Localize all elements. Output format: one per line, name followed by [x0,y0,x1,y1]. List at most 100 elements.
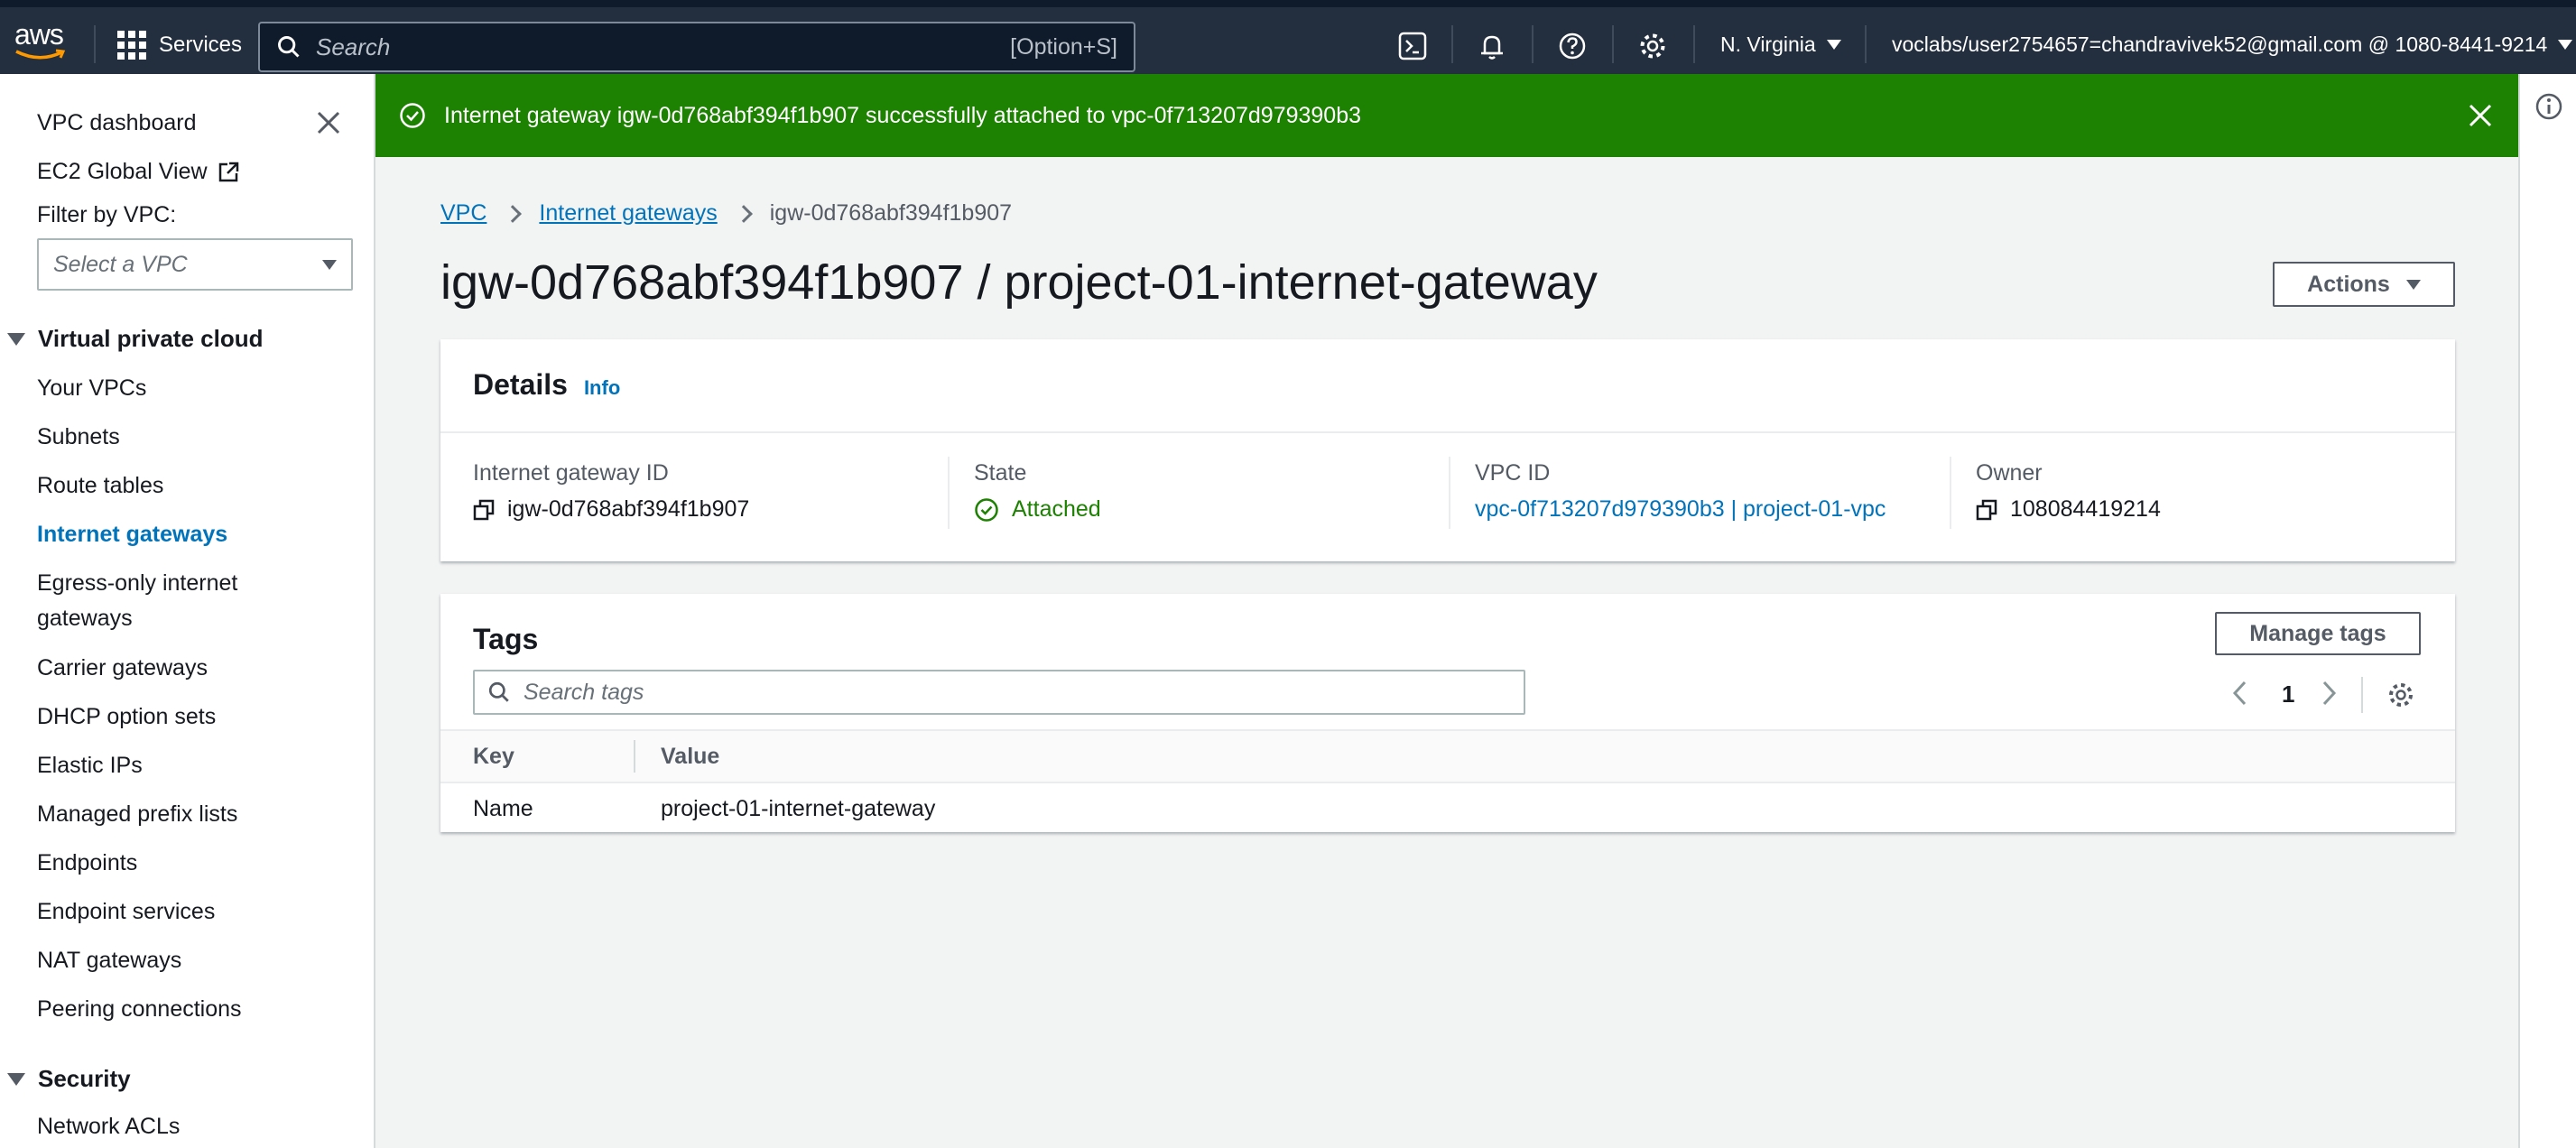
global-search-input[interactable]: Search [Option+S] [258,22,1135,72]
apps-grid-icon [117,31,146,60]
column-divider [1449,457,1450,529]
success-status-icon [975,497,998,522]
nav-divider [1451,25,1453,63]
nav-divider [1612,25,1614,63]
actions-label: Actions [2307,271,2390,297]
column-divider [1950,457,1951,529]
column-divider [948,457,950,529]
info-link[interactable]: Info [584,376,620,400]
chevron-right-icon [734,204,753,223]
sidebar-item-elastic-ips[interactable]: Elastic IPs [37,753,143,779]
cloudshell-icon[interactable] [1397,31,1428,61]
close-sidebar-icon[interactable] [314,108,343,137]
caret-down-icon [322,259,337,270]
column-header-value[interactable]: Value [661,744,719,770]
chevron-right-icon[interactable] [2318,679,2340,708]
nav-divider [1532,25,1534,63]
sidebar-item-nat-gateways[interactable]: NAT gateways [37,948,181,974]
settings-gear-icon[interactable] [1637,31,1668,61]
aws-logo[interactable]: aws [14,20,67,69]
state-value: Attached [974,496,1101,523]
caret-down-icon [1826,40,1841,50]
table-row: Name project-01-internet-gateway [440,783,2455,832]
tags-search-input[interactable]: Search tags [473,670,1525,715]
sidebar-navigation: VPC dashboard EC2 Global View Filter by … [0,74,375,1148]
igw-id-text: igw-0d768abf394f1b907 [507,496,750,522]
caret-down-icon [2405,279,2421,290]
sidebar-item-endpoints[interactable]: Endpoints [37,850,137,876]
search-icon [488,681,509,702]
owner-label: Owner [1976,460,2043,486]
sidebar-item-peering-connections[interactable]: Peering connections [37,996,242,1023]
tag-value-cell: project-01-internet-gateway [661,796,936,821]
pagination-current-page[interactable]: 1 [2282,680,2294,708]
sidebar-item-carrier-gateways[interactable]: Carrier gateways [37,655,208,681]
expand-caret-icon [7,332,25,346]
section-label: Security [38,1065,131,1092]
copy-icon[interactable] [473,499,495,521]
page-title: igw-0d768abf394f1b907 / project-01-inter… [440,255,1598,310]
sidebar-item-network-acls[interactable]: Network ACLs [37,1114,180,1140]
flash-message: Internet gateway igw-0d768abf394f1b907 s… [444,102,1362,128]
sidebar-item-managed-prefix-lists[interactable]: Managed prefix lists [37,801,237,828]
manage-tags-label: Manage tags [2249,620,2386,646]
sidebar-item-egress-only-internet-gateways-line2[interactable]: gateways [37,606,133,632]
copy-icon[interactable] [1976,499,1997,521]
igw-id-label: Internet gateway ID [473,460,669,486]
column-header-key[interactable]: Key [473,744,514,770]
divider [2361,677,2363,713]
sidebar-item-internet-gateways[interactable]: Internet gateways [37,522,227,548]
state-text: Attached [1012,496,1101,522]
sidebar-item-your-vpcs[interactable]: Your VPCs [37,375,146,402]
search-placeholder: Search [316,32,391,60]
details-panel: Details Info Internet gateway ID igw-0d7… [440,339,2455,561]
owner-value: 108084419214 [1976,496,2161,523]
sidebar-item-dhcp-option-sets[interactable]: DHCP option sets [37,704,216,730]
services-menu[interactable]: Services [117,31,242,60]
ec2-global-view-label: EC2 Global View [37,159,208,184]
top-navigation: aws Services Search [Option+S] N. Virgin… [0,0,2576,74]
tags-search-placeholder: Search tags [524,679,644,705]
region-selector[interactable]: N. Virginia [1720,32,1841,57]
chevron-left-icon[interactable] [2229,679,2251,708]
table-preferences-gear-icon[interactable] [2386,680,2415,709]
tag-key-cell: Name [473,796,533,821]
search-icon [278,36,300,58]
sidebar-section-virtual-private-cloud[interactable]: Virtual private cloud [7,325,263,353]
sidebar-item-ec2-global-view[interactable]: EC2 Global View [37,159,240,185]
region-label: N. Virginia [1720,32,1816,56]
chevron-right-icon [504,204,523,223]
search-shortcut: [Option+S] [1010,33,1117,60]
close-icon[interactable] [2466,101,2495,130]
section-label: Virtual private cloud [38,325,264,352]
notifications-bell-icon[interactable] [1477,31,1507,61]
igw-id-value: igw-0d768abf394f1b907 [473,496,749,523]
vpc-id-link[interactable]: vpc-0f713207d979390b3 | project-01-vpc [1475,496,1886,523]
owner-text: 108084419214 [2010,496,2161,522]
expand-caret-icon [7,1072,25,1086]
breadcrumb-vpc[interactable]: VPC [440,200,486,227]
sidebar-item-vpc-dashboard[interactable]: VPC dashboard [37,110,197,136]
tags-heading: Tags [473,623,539,655]
sidebar-item-endpoint-services[interactable]: Endpoint services [37,899,215,925]
sidebar-section-security[interactable]: Security [7,1065,131,1093]
nav-divider [1693,25,1695,63]
nav-divider [94,25,96,63]
manage-tags-button[interactable]: Manage tags [2215,612,2421,655]
sidebar-item-subnets[interactable]: Subnets [37,424,120,450]
info-panel-icon[interactable] [2534,92,2563,121]
help-icon[interactable] [1557,31,1588,61]
tags-panel: Tags Manage tags Search tags 1 Key Value… [440,594,2455,832]
breadcrumb-current: igw-0d768abf394f1b907 [769,200,1013,226]
sidebar-item-egress-only-internet-gateways[interactable]: Egress-only internet [37,570,237,597]
external-link-icon [218,162,238,181]
caret-down-icon [2558,40,2573,50]
column-resize-handle[interactable] [634,740,635,773]
services-label: Services [159,32,243,57]
actions-button[interactable]: Actions [2273,262,2455,307]
account-menu[interactable]: voclabs/user2754657=chandravivek52@gmail… [1892,32,2573,57]
sidebar-item-route-tables[interactable]: Route tables [37,473,163,499]
vpc-filter-select[interactable]: Select a VPC [37,238,353,291]
table-header-row: Key Value [440,731,2455,782]
breadcrumb-internet-gateways[interactable]: Internet gateways [539,200,717,227]
